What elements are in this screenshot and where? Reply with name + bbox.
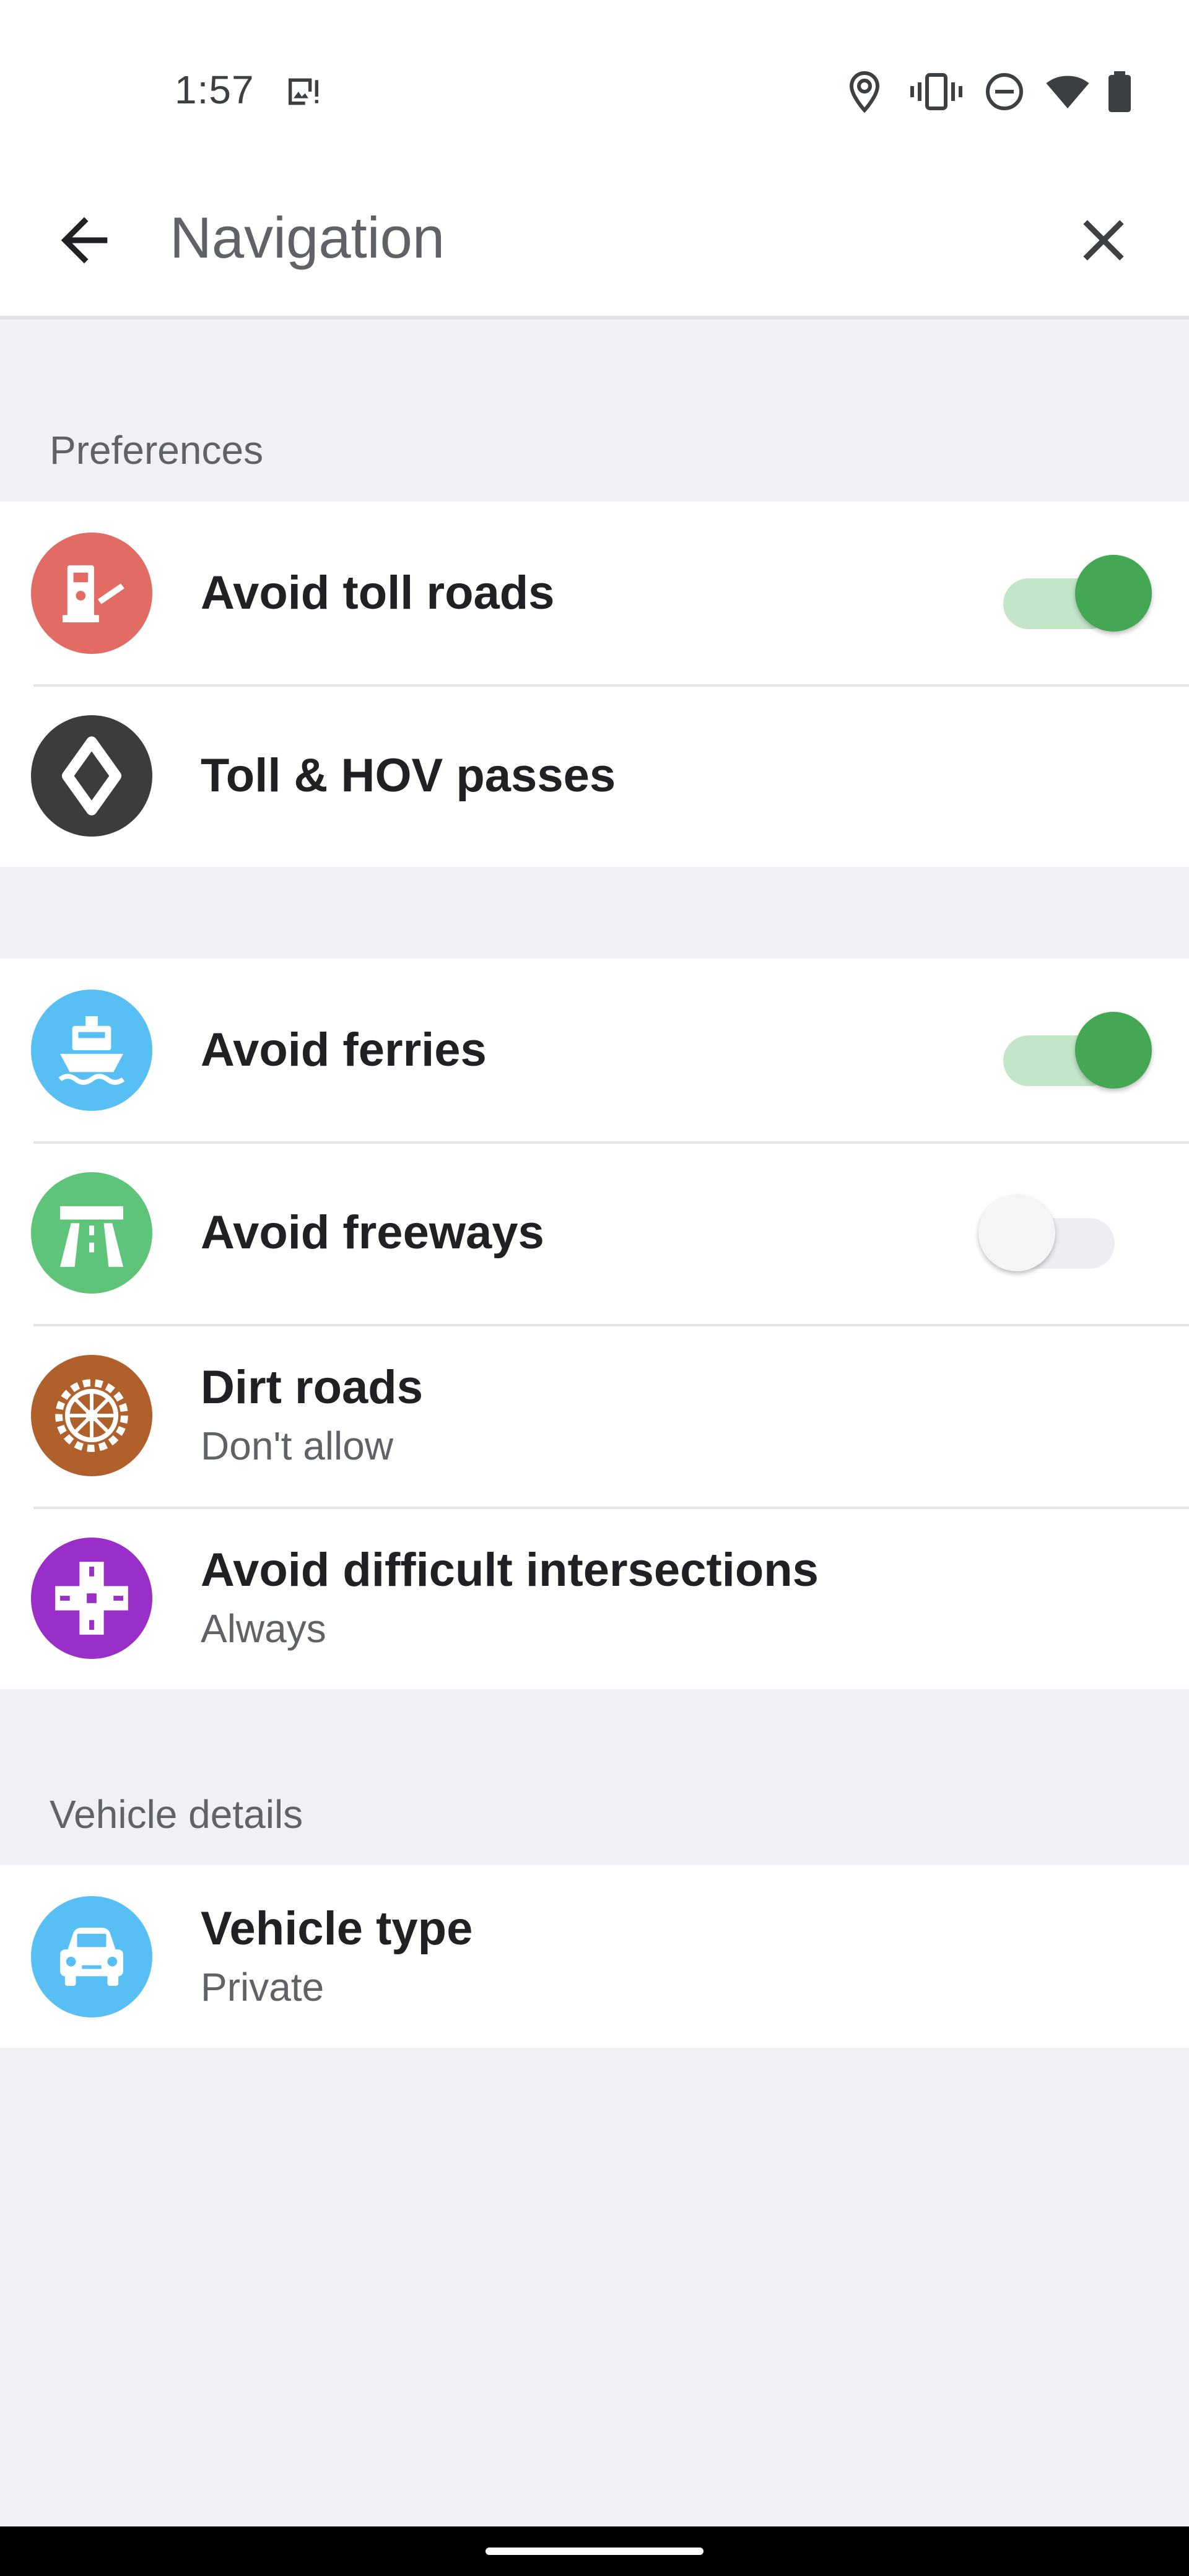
intersection-icon <box>31 1537 152 1659</box>
avoid-toll-roads-row[interactable]: Avoid toll roads <box>0 502 1189 684</box>
vehicle-type-row[interactable]: Vehicle type Private <box>0 1865 1189 2048</box>
wheel-icon <box>31 1354 152 1476</box>
toll-booth-icon <box>31 532 152 654</box>
dirt-roads-row[interactable]: Dirt roads Don't allow <box>0 1324 1189 1507</box>
diamond-icon <box>31 715 152 837</box>
row-title: Toll & HOV passes <box>201 749 616 802</box>
freeway-icon <box>31 1172 152 1294</box>
preferences-card-1: Avoid toll roads Toll & HOV passes <box>0 502 1189 867</box>
car-icon <box>31 1895 152 2017</box>
location-icon <box>849 71 880 113</box>
row-title: Dirt roads <box>201 1360 423 1414</box>
close-icon[interactable] <box>1069 206 1138 275</box>
toll-hov-passes-row[interactable]: Toll & HOV passes <box>0 684 1189 867</box>
vehicle-card: Vehicle type Private <box>0 1865 1189 2048</box>
avoid-toll-roads-toggle[interactable] <box>991 554 1152 633</box>
avoid-freeways-toggle[interactable] <box>978 1193 1139 1273</box>
do-not-disturb-icon <box>986 73 1023 110</box>
gallery-icon <box>289 78 318 105</box>
row-title: Avoid toll roads <box>201 566 555 619</box>
battery-icon <box>1108 71 1131 112</box>
avoid-freeways-row[interactable]: Avoid freeways <box>0 1141 1189 1324</box>
avoid-difficult-intersections-row[interactable]: Avoid difficult intersections Always <box>0 1507 1189 1689</box>
section-header-preferences: Preferences <box>50 428 264 472</box>
preferences-card-2: Avoid ferries Avoid freeways Dirt roads … <box>0 959 1189 1689</box>
avoid-ferries-toggle[interactable] <box>991 1011 1152 1090</box>
section-header-vehicle-details: Vehicle details <box>50 1792 303 1837</box>
row-subtitle: Private <box>201 1964 324 2009</box>
status-bar: 1:57 <box>0 0 1189 180</box>
row-title: Vehicle type <box>201 1902 473 1955</box>
row-subtitle: Always <box>201 1606 326 1651</box>
row-title: Avoid ferries <box>201 1023 487 1076</box>
home-handle[interactable] <box>486 2548 703 2555</box>
row-subtitle: Don't allow <box>201 1423 394 1468</box>
vibrate-icon <box>910 73 962 110</box>
row-title: Avoid freeways <box>201 1206 544 1259</box>
arrow-back-icon[interactable] <box>50 206 119 275</box>
wifi-icon <box>1046 76 1089 108</box>
row-title: Avoid difficult intersections <box>201 1543 819 1596</box>
avoid-ferries-row[interactable]: Avoid ferries <box>0 959 1189 1141</box>
status-time: 1:57 <box>175 67 255 112</box>
page-title: Navigation <box>170 205 445 270</box>
ferry-icon <box>31 989 152 1111</box>
app-bar: Navigation <box>0 180 1189 320</box>
system-nav-bar <box>0 2526 1189 2576</box>
